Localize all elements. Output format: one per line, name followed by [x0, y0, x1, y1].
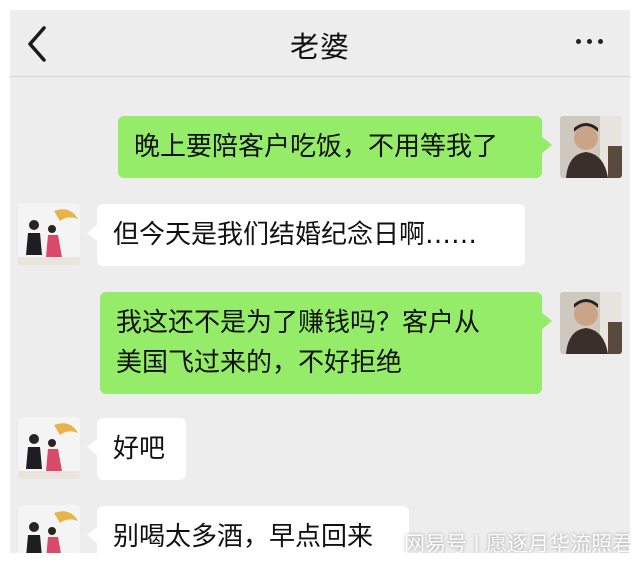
message-bubble-received[interactable]: 但今天是我们结婚纪念日啊…… [87, 204, 525, 266]
my-avatar[interactable] [560, 292, 622, 354]
more-dots-icon [576, 39, 603, 44]
chat-window: 老婆 晚上要陪客户吃饭，不用等我了 但今天是我们结婚纪念日啊…… 我这还不是为了… [10, 10, 630, 553]
contact-avatar[interactable] [18, 417, 80, 479]
watermark-source: 网易号 [404, 532, 467, 553]
chat-title: 老婆 [289, 30, 350, 64]
more-options-button[interactable] [576, 28, 612, 52]
contact-avatar[interactable] [18, 203, 80, 265]
contact-avatar[interactable] [18, 505, 80, 553]
message-bubble-sent-multiline[interactable]: 我这还不是为了赚钱吗？客户从 美国飞过来的，不好拒绝 [100, 292, 552, 394]
watermark-separator: | [473, 532, 481, 553]
watermark-author: 愿逐月华流照君 [486, 532, 630, 553]
message-bubble-received[interactable]: 别喝太多酒，早点回来 [87, 506, 409, 553]
message-line: 我这还不是为了赚钱吗？客户从 [116, 308, 481, 338]
message-bubble-sent[interactable]: 晚上要陪客户吃饭，不用等我了 [118, 116, 552, 178]
watermark: 网易号 | 愿逐月华流照君 [404, 528, 630, 553]
message-bubble-received[interactable]: 好吧 [87, 418, 186, 480]
chat-header: 老婆 [10, 10, 630, 77]
message-line: 美国飞过来的，不好拒绝 [116, 348, 403, 378]
my-avatar[interactable] [560, 116, 622, 178]
